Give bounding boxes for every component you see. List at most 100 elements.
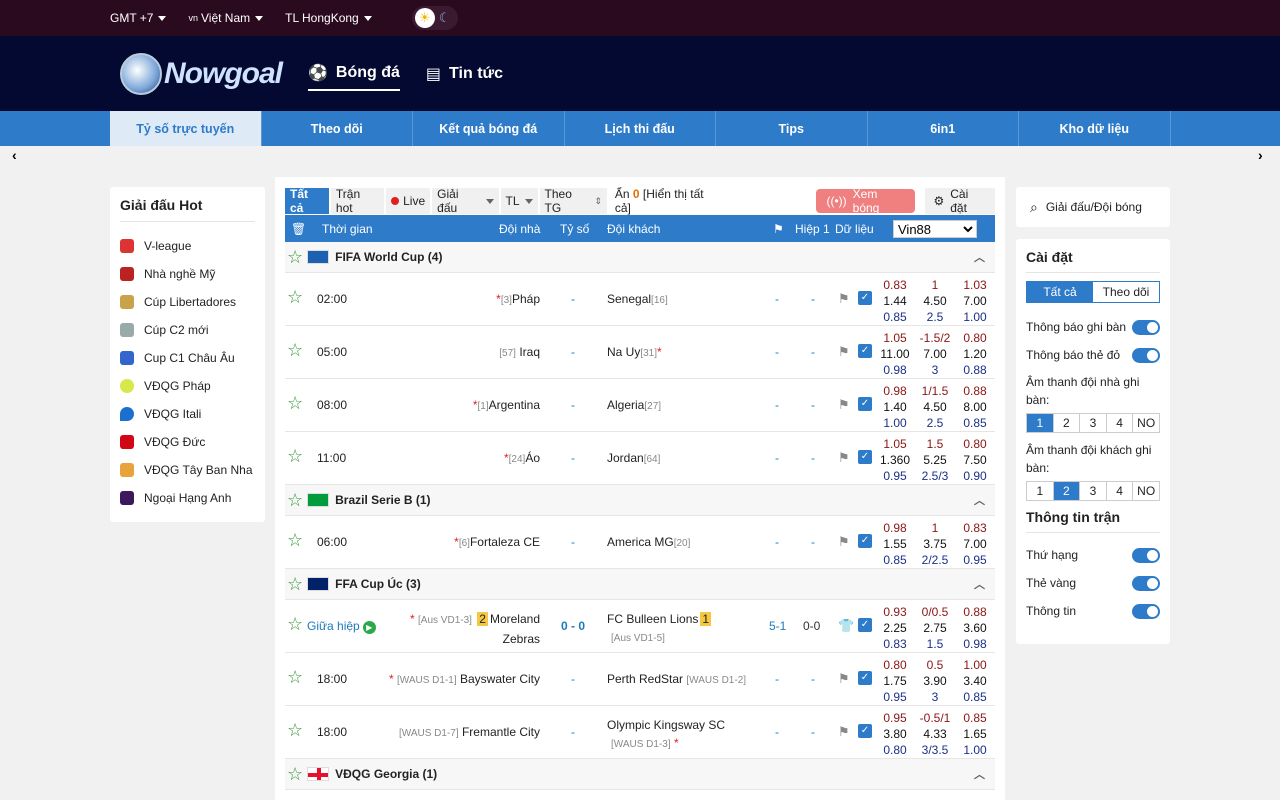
star-icon[interactable]: ☆ xyxy=(287,340,303,361)
league-group-header[interactable]: ☆ FFA Cup Úc (3) ︿ xyxy=(285,569,995,600)
nav-news[interactable]: ▤ Tin tức xyxy=(426,58,503,90)
tab-schedule[interactable]: Lịch thi đấu xyxy=(565,111,716,146)
tab-6in1[interactable]: 6in1 xyxy=(868,111,1019,146)
expand-checkbox[interactable]: ✓ xyxy=(858,618,872,632)
star-icon[interactable]: ☆ xyxy=(287,247,303,268)
match-row[interactable]: ☆ Giữa hiệp ▶ * [Aus VD1-3] 2 Moreland Zeb… xyxy=(285,600,995,653)
tab-database[interactable]: Kho dữ liệu xyxy=(1019,111,1171,146)
star-icon[interactable]: ☆ xyxy=(287,764,303,785)
match-row[interactable]: ☆ 02:00 *[3]Pháp - Senegal[16] - - ⚑ ✓ 0… xyxy=(285,273,995,326)
nav-football[interactable]: ⚽ Bóng đá xyxy=(308,57,400,91)
expand-checkbox[interactable]: ✓ xyxy=(858,450,872,464)
filter-sort-time[interactable]: Theo TG ⇕ xyxy=(539,187,607,215)
watch-button[interactable]: ((•)) Xem bóng xyxy=(816,187,916,215)
team-search[interactable]: ⌕ Giải đấu/Đội bóng xyxy=(1016,187,1170,227)
sound-option[interactable]: 4 xyxy=(1107,482,1134,500)
league-item[interactable]: VĐQG Pháp xyxy=(120,372,255,400)
star-icon[interactable]: ☆ xyxy=(287,530,303,551)
seg-all[interactable]: Tất cả xyxy=(1027,282,1093,302)
sound-option[interactable]: 1 xyxy=(1027,414,1054,432)
play-icon[interactable]: ▶ xyxy=(362,621,376,634)
filter-all[interactable]: Tất cả xyxy=(285,187,329,215)
collapse-icon[interactable]: ︿ xyxy=(974,576,985,592)
trash-icon[interactable]: 🗑 xyxy=(291,222,306,236)
star-icon[interactable]: ☆ xyxy=(287,720,303,741)
league-group-header[interactable]: ☆ VĐQG Georgia (1) ︿ xyxy=(285,759,995,790)
match-row[interactable]: ☆ 05:00 [57] Iraq - Na Uy[31]* - - ⚑ ✓ 1… xyxy=(285,326,995,379)
seg-following[interactable]: Theo dõi xyxy=(1093,282,1159,302)
expand-checkbox[interactable]: ✓ xyxy=(858,534,872,548)
settings-button[interactable]: ⚙ Cài đặt xyxy=(925,187,996,215)
match-row[interactable]: ☆ 18:00 [WAUS D1-7] Fremantle City - Oly… xyxy=(285,706,995,759)
match-row[interactable]: ☆ 08:00 *[1]Argentina - Algeria[27] - - … xyxy=(285,379,995,432)
sound-option[interactable]: 3 xyxy=(1080,482,1107,500)
league-item[interactable]: Cúp C2 mới xyxy=(120,316,255,344)
league-group-header[interactable]: ☆ Brazil Serie B (1) ︿ xyxy=(285,485,995,516)
sound-option[interactable]: 2 xyxy=(1053,482,1081,500)
star-icon[interactable]: ☆ xyxy=(287,393,303,414)
league-item[interactable]: VĐQG Itali xyxy=(120,400,255,428)
tab-results[interactable]: Kết quả bóng đá xyxy=(413,111,565,146)
expand-checkbox[interactable]: ✓ xyxy=(858,724,872,738)
filter-live[interactable]: Live xyxy=(386,188,431,214)
expand-checkbox[interactable]: ✓ xyxy=(858,291,872,305)
league-item[interactable]: Cúp Libertadores xyxy=(120,288,255,316)
odds-block[interactable]: 0.80 0.5 1.00 1.75 3.90 3.40 0.95 3 0.85 xyxy=(875,657,995,705)
odds-block[interactable]: 0.98 1/1.5 0.88 1.40 4.50 8.00 1.00 2.5 0.85 xyxy=(875,383,995,431)
collapse-icon[interactable]: ︿ xyxy=(974,249,985,265)
collapse-icon[interactable]: ︿ xyxy=(974,766,985,782)
star-icon[interactable]: ☆ xyxy=(287,287,303,308)
odds-block[interactable]: 0.95 -0.5/1 0.85 3.80 4.33 1.65 0.80 3/3.5 1.0… xyxy=(875,710,995,758)
sound-option[interactable]: 3 xyxy=(1080,414,1107,432)
card-notice-toggle[interactable] xyxy=(1132,347,1160,363)
theme-toggle[interactable]: ☀ ☾ xyxy=(411,6,458,30)
filter-league[interactable]: Giải đấu xyxy=(432,187,499,215)
filter-tl[interactable]: TL xyxy=(500,188,538,214)
tab-following[interactable]: Theo dõi xyxy=(262,111,413,146)
tab-tips[interactable]: Tips xyxy=(716,111,868,146)
expand-checkbox[interactable]: ✓ xyxy=(858,344,872,358)
sound-option[interactable]: 2 xyxy=(1054,414,1081,432)
tab-live-scores[interactable]: Tỷ số trực tuyến xyxy=(110,111,262,146)
collapse-icon[interactable]: ︿ xyxy=(974,492,985,508)
league-item[interactable]: V-league xyxy=(120,232,255,260)
match-row[interactable]: ☆ 06:00 *[6]Fortaleza CE - America MG[20… xyxy=(285,516,995,569)
scroll-left-icon[interactable]: ‹ xyxy=(12,147,17,163)
expand-checkbox[interactable]: ✓ xyxy=(858,397,872,411)
flag-icon[interactable]: ⚑ xyxy=(838,344,850,360)
goal-notice-toggle[interactable] xyxy=(1132,319,1160,335)
expand-checkbox[interactable]: ✓ xyxy=(858,671,872,685)
flag-icon[interactable]: ⚑ xyxy=(838,534,850,550)
star-icon[interactable]: ☆ xyxy=(287,490,303,511)
league-item[interactable]: VĐQG Tây Ban Nha xyxy=(120,456,255,484)
odds-type-select[interactable]: TL HongKong xyxy=(285,11,372,25)
league-item[interactable]: VĐQG Đức xyxy=(120,428,255,456)
filter-hot[interactable]: Trận hot xyxy=(330,187,385,215)
star-icon[interactable]: ☆ xyxy=(287,446,303,467)
scroll-right-icon[interactable]: › xyxy=(1258,147,1263,163)
nowgoal-logo[interactable]: Nowgoal xyxy=(120,52,283,95)
bookmaker-select[interactable]: Vin88 xyxy=(893,219,977,238)
star-icon[interactable]: ☆ xyxy=(287,574,303,595)
moon-icon[interactable]: ☾ xyxy=(435,8,455,28)
sound-option[interactable]: 1 xyxy=(1027,482,1054,500)
sound-option[interactable]: 4 xyxy=(1107,414,1134,432)
flag-icon[interactable]: ⚑ xyxy=(838,291,850,307)
flag-icon[interactable]: ⚑ xyxy=(838,724,850,740)
league-item[interactable]: Nhà nghề Mỹ xyxy=(120,260,255,288)
language-select[interactable]: vn Việt Nam xyxy=(188,11,264,25)
odds-block[interactable]: 0.83 1 1.03 1.44 4.50 7.00 0.85 2.5 1.00 xyxy=(875,277,995,325)
info-toggle[interactable] xyxy=(1132,603,1160,619)
match-row[interactable]: ☆ 11:00 *[24]Áo - Jordan[64] - - ⚑ ✓ 1.0… xyxy=(285,432,995,485)
sound-option[interactable]: NO xyxy=(1133,482,1159,500)
odds-block[interactable]: 0.93 0/0.5 0.88 2.25 2.75 3.60 0.83 1.5 0.98 xyxy=(875,604,995,652)
league-item[interactable]: Cup C1 Châu Âu xyxy=(120,344,255,372)
odds-block[interactable]: 1.05 -1.5/2 0.80 11.00 7.00 1.20 0.98 3 0.88 xyxy=(875,330,995,378)
league-item[interactable]: Ngoại Hạng Anh xyxy=(120,484,255,512)
star-icon[interactable]: ☆ xyxy=(287,667,303,688)
timezone-select[interactable]: GMT +7 xyxy=(110,11,167,25)
shirt-icon[interactable]: 👕 xyxy=(838,618,854,634)
sound-option[interactable]: NO xyxy=(1133,414,1159,432)
league-group-header[interactable]: ☆ FIFA World Cup (4) ︿ xyxy=(285,242,995,273)
odds-block[interactable]: 1.05 1.5 0.80 1.360 5.25 7.50 0.95 2.5/3 0.90 xyxy=(875,436,995,484)
